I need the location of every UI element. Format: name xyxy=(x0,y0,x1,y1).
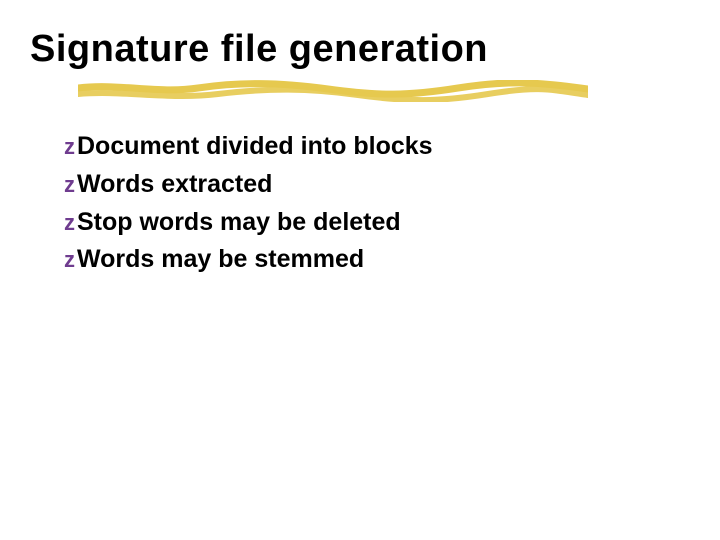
bullet-text: Words may be stemmed xyxy=(77,243,364,277)
bullet-text: Words extracted xyxy=(77,168,272,202)
bullet-text: Stop words may be deleted xyxy=(77,206,401,240)
bullet-icon: z xyxy=(64,247,75,273)
bullet-icon: z xyxy=(64,134,75,160)
slide: Signature file generation z Document div… xyxy=(0,0,720,540)
title-underline xyxy=(78,80,588,102)
title-area: Signature file generation xyxy=(30,28,488,71)
list-item: z Words extracted xyxy=(64,168,433,202)
list-item: z Stop words may be deleted xyxy=(64,206,433,240)
bullet-list: z Document divided into blocks z Words e… xyxy=(64,130,433,281)
list-item: z Document divided into blocks xyxy=(64,130,433,164)
bullet-icon: z xyxy=(64,172,75,198)
list-item: z Words may be stemmed xyxy=(64,243,433,277)
slide-title: Signature file generation xyxy=(30,28,488,71)
bullet-icon: z xyxy=(64,210,75,236)
bullet-text: Document divided into blocks xyxy=(77,130,433,164)
